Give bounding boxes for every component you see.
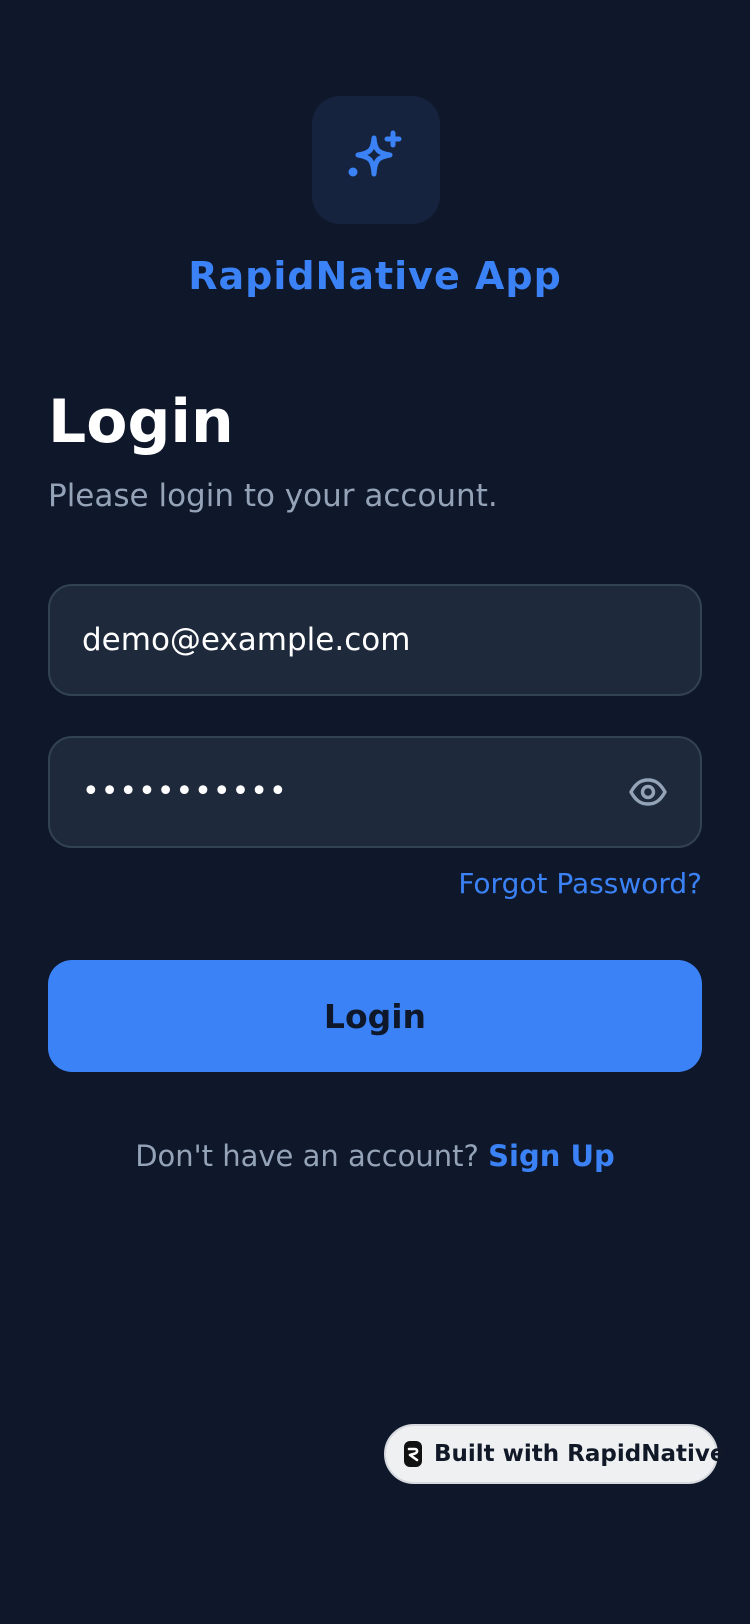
email-field[interactable]: demo@example.com xyxy=(48,584,702,696)
page-title: Login xyxy=(48,387,234,457)
rapidnative-logo-icon xyxy=(404,1441,422,1467)
signup-row: Don't have an account? Sign Up xyxy=(0,1136,750,1176)
signup-link[interactable]: Sign Up xyxy=(488,1139,615,1173)
password-value: ••••••••••• xyxy=(82,774,288,809)
sparkles-icon xyxy=(348,130,402,177)
built-with-badge[interactable]: Built with RapidNative xyxy=(384,1424,725,1484)
app-logo xyxy=(312,96,440,224)
signup-prompt: Don't have an account? xyxy=(135,1139,479,1173)
login-button-label: Login xyxy=(323,996,427,1036)
login-button[interactable]: Login xyxy=(48,960,702,1072)
page-subtitle: Please login to your account. xyxy=(48,478,498,514)
password-field[interactable]: ••••••••••• xyxy=(48,736,702,848)
email-value: demo@example.com xyxy=(82,622,411,658)
badge-label: Built with RapidNative xyxy=(434,1441,726,1467)
eye-icon[interactable] xyxy=(628,772,668,812)
forgot-password-link[interactable]: Forgot Password? xyxy=(458,864,702,904)
app-name: RapidNative App xyxy=(188,254,562,298)
